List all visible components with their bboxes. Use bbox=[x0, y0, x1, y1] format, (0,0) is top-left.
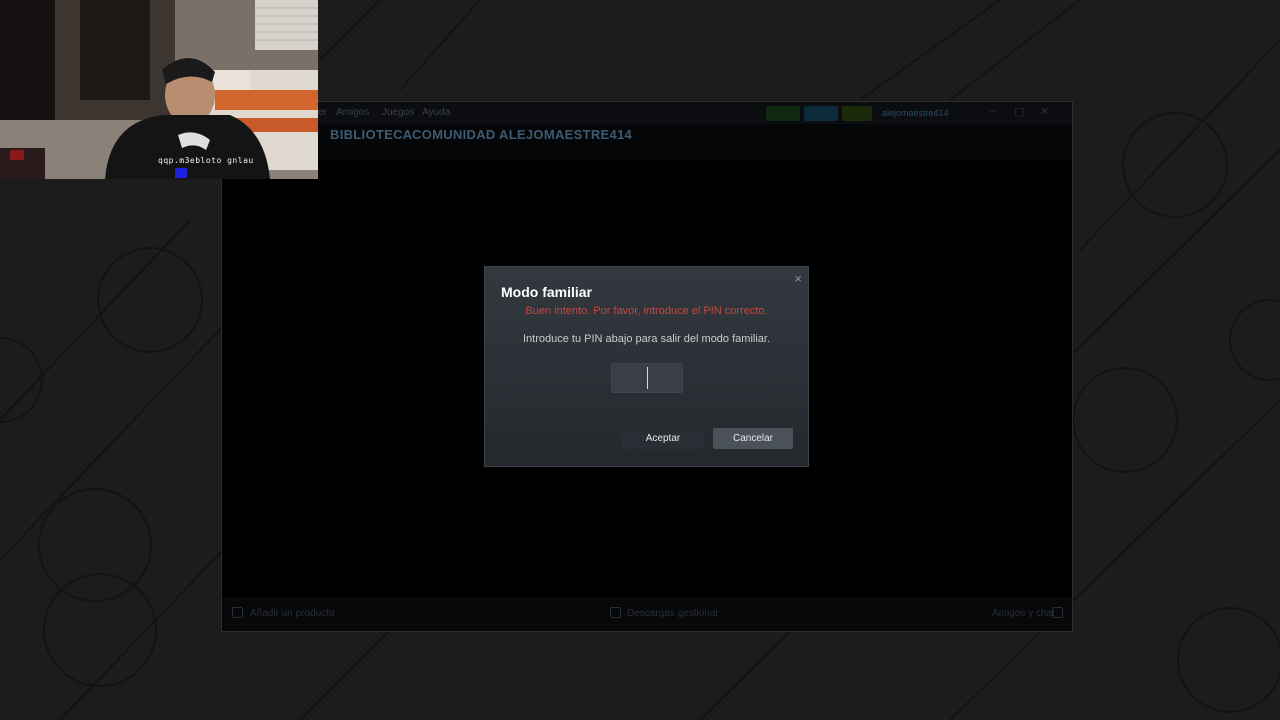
friends-icon bbox=[1052, 607, 1063, 618]
close-icon[interactable]: × bbox=[794, 271, 802, 286]
instructions-text: Introduce tu PIN abajo para salir del mo… bbox=[522, 333, 771, 345]
friends-chat-link[interactable]: Amigos y chat bbox=[992, 608, 1055, 619]
downloads-icon bbox=[610, 607, 621, 618]
menu-amigos[interactable]: Amigos bbox=[336, 107, 369, 118]
error-message: Buen intento. Por favor, introduce el PI… bbox=[525, 305, 768, 317]
desktop-stage: Ver Amigos Juegos Ayuda alejomaestre414 … bbox=[0, 0, 1280, 720]
family-mode-dialog: Modo familiar × Buen intento. Por favor,… bbox=[484, 266, 809, 467]
webcam-caption: qqp.m3ebloto gnlau bbox=[158, 156, 254, 165]
nav-comunidad[interactable]: COMUNIDAD bbox=[412, 127, 496, 142]
nav-biblioteca[interactable]: BIBLIOTECA bbox=[330, 127, 412, 142]
menu-juegos[interactable]: Juegos bbox=[382, 107, 414, 118]
webcam-overlay: qqp.m3ebloto gnlau bbox=[0, 0, 318, 179]
downloads-link[interactable]: Descargas gestionar bbox=[627, 608, 719, 619]
steam-bottombar: Añadir un producto Descargas gestionar A… bbox=[222, 597, 1072, 631]
maximize-icon[interactable]: ▢ bbox=[1014, 105, 1024, 118]
nav-profile[interactable]: ALEJOMAESTRE414 bbox=[499, 127, 632, 142]
accept-button[interactable]: Aceptar bbox=[622, 428, 704, 449]
minimize-icon[interactable]: – bbox=[990, 105, 996, 117]
close-window-icon[interactable]: ✕ bbox=[1040, 105, 1049, 118]
add-game-icon bbox=[232, 607, 243, 618]
pin-input[interactable] bbox=[611, 363, 683, 393]
add-product-link[interactable]: Añadir un producto bbox=[250, 608, 335, 619]
webcam-feed-image bbox=[0, 0, 318, 179]
broadcast-button[interactable] bbox=[766, 106, 800, 121]
announcement-button[interactable] bbox=[804, 106, 838, 121]
cancel-button[interactable]: Cancelar bbox=[713, 428, 793, 449]
notification-button[interactable] bbox=[842, 106, 872, 121]
steam-titlebar: Ver Amigos Juegos Ayuda alejomaestre414 … bbox=[222, 102, 1072, 124]
dialog-title: Modo familiar bbox=[501, 284, 593, 300]
user-menu[interactable]: alejomaestre414 bbox=[882, 106, 972, 121]
menu-ayuda[interactable]: Ayuda bbox=[422, 107, 450, 118]
text-caret bbox=[647, 367, 648, 389]
steam-navbar: BIBLIOTECA COMUNIDAD ALEJOMAESTRE414 bbox=[222, 124, 1072, 160]
